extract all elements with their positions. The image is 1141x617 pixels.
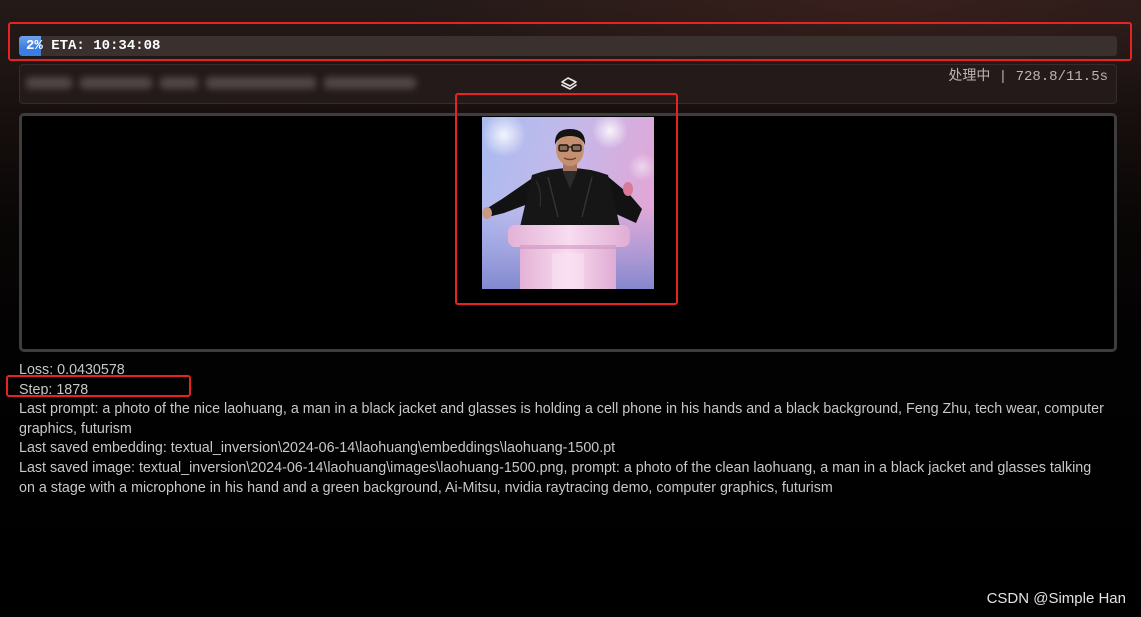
training-progress-view: 2% ETA: 10:34:08 处理中 | 728.8/11.5s Loss:… xyxy=(0,0,1141,617)
last-saved-image: Last saved image: textual_inversion\2024… xyxy=(19,459,1092,496)
status-panel: 处理中 | 728.8/11.5s xyxy=(19,64,1117,104)
step-value: Step: 1878 xyxy=(19,381,89,398)
blurred-status-text xyxy=(26,65,418,103)
preview-box xyxy=(19,113,1117,352)
progress-bar: 2% ETA: 10:34:08 xyxy=(19,36,1117,56)
loss-value: Loss: 0.0430578 xyxy=(19,362,125,378)
watermark: CSDN @Simple Han xyxy=(986,590,1126,607)
last-saved-embedding: Last saved embedding: textual_inversion\… xyxy=(19,440,616,457)
loading-icon xyxy=(559,76,579,90)
training-log: Loss: 0.0430578 Step: 1878 Last prompt: … xyxy=(19,361,1117,498)
progress-label: 2% ETA: 10:34:08 xyxy=(26,38,161,54)
status-detail: 处理中 | 728.8/11.5s xyxy=(948,69,1108,85)
preview-image[interactable] xyxy=(482,117,654,289)
last-prompt: Last prompt: a photo of the nice laohuan… xyxy=(19,401,1104,437)
